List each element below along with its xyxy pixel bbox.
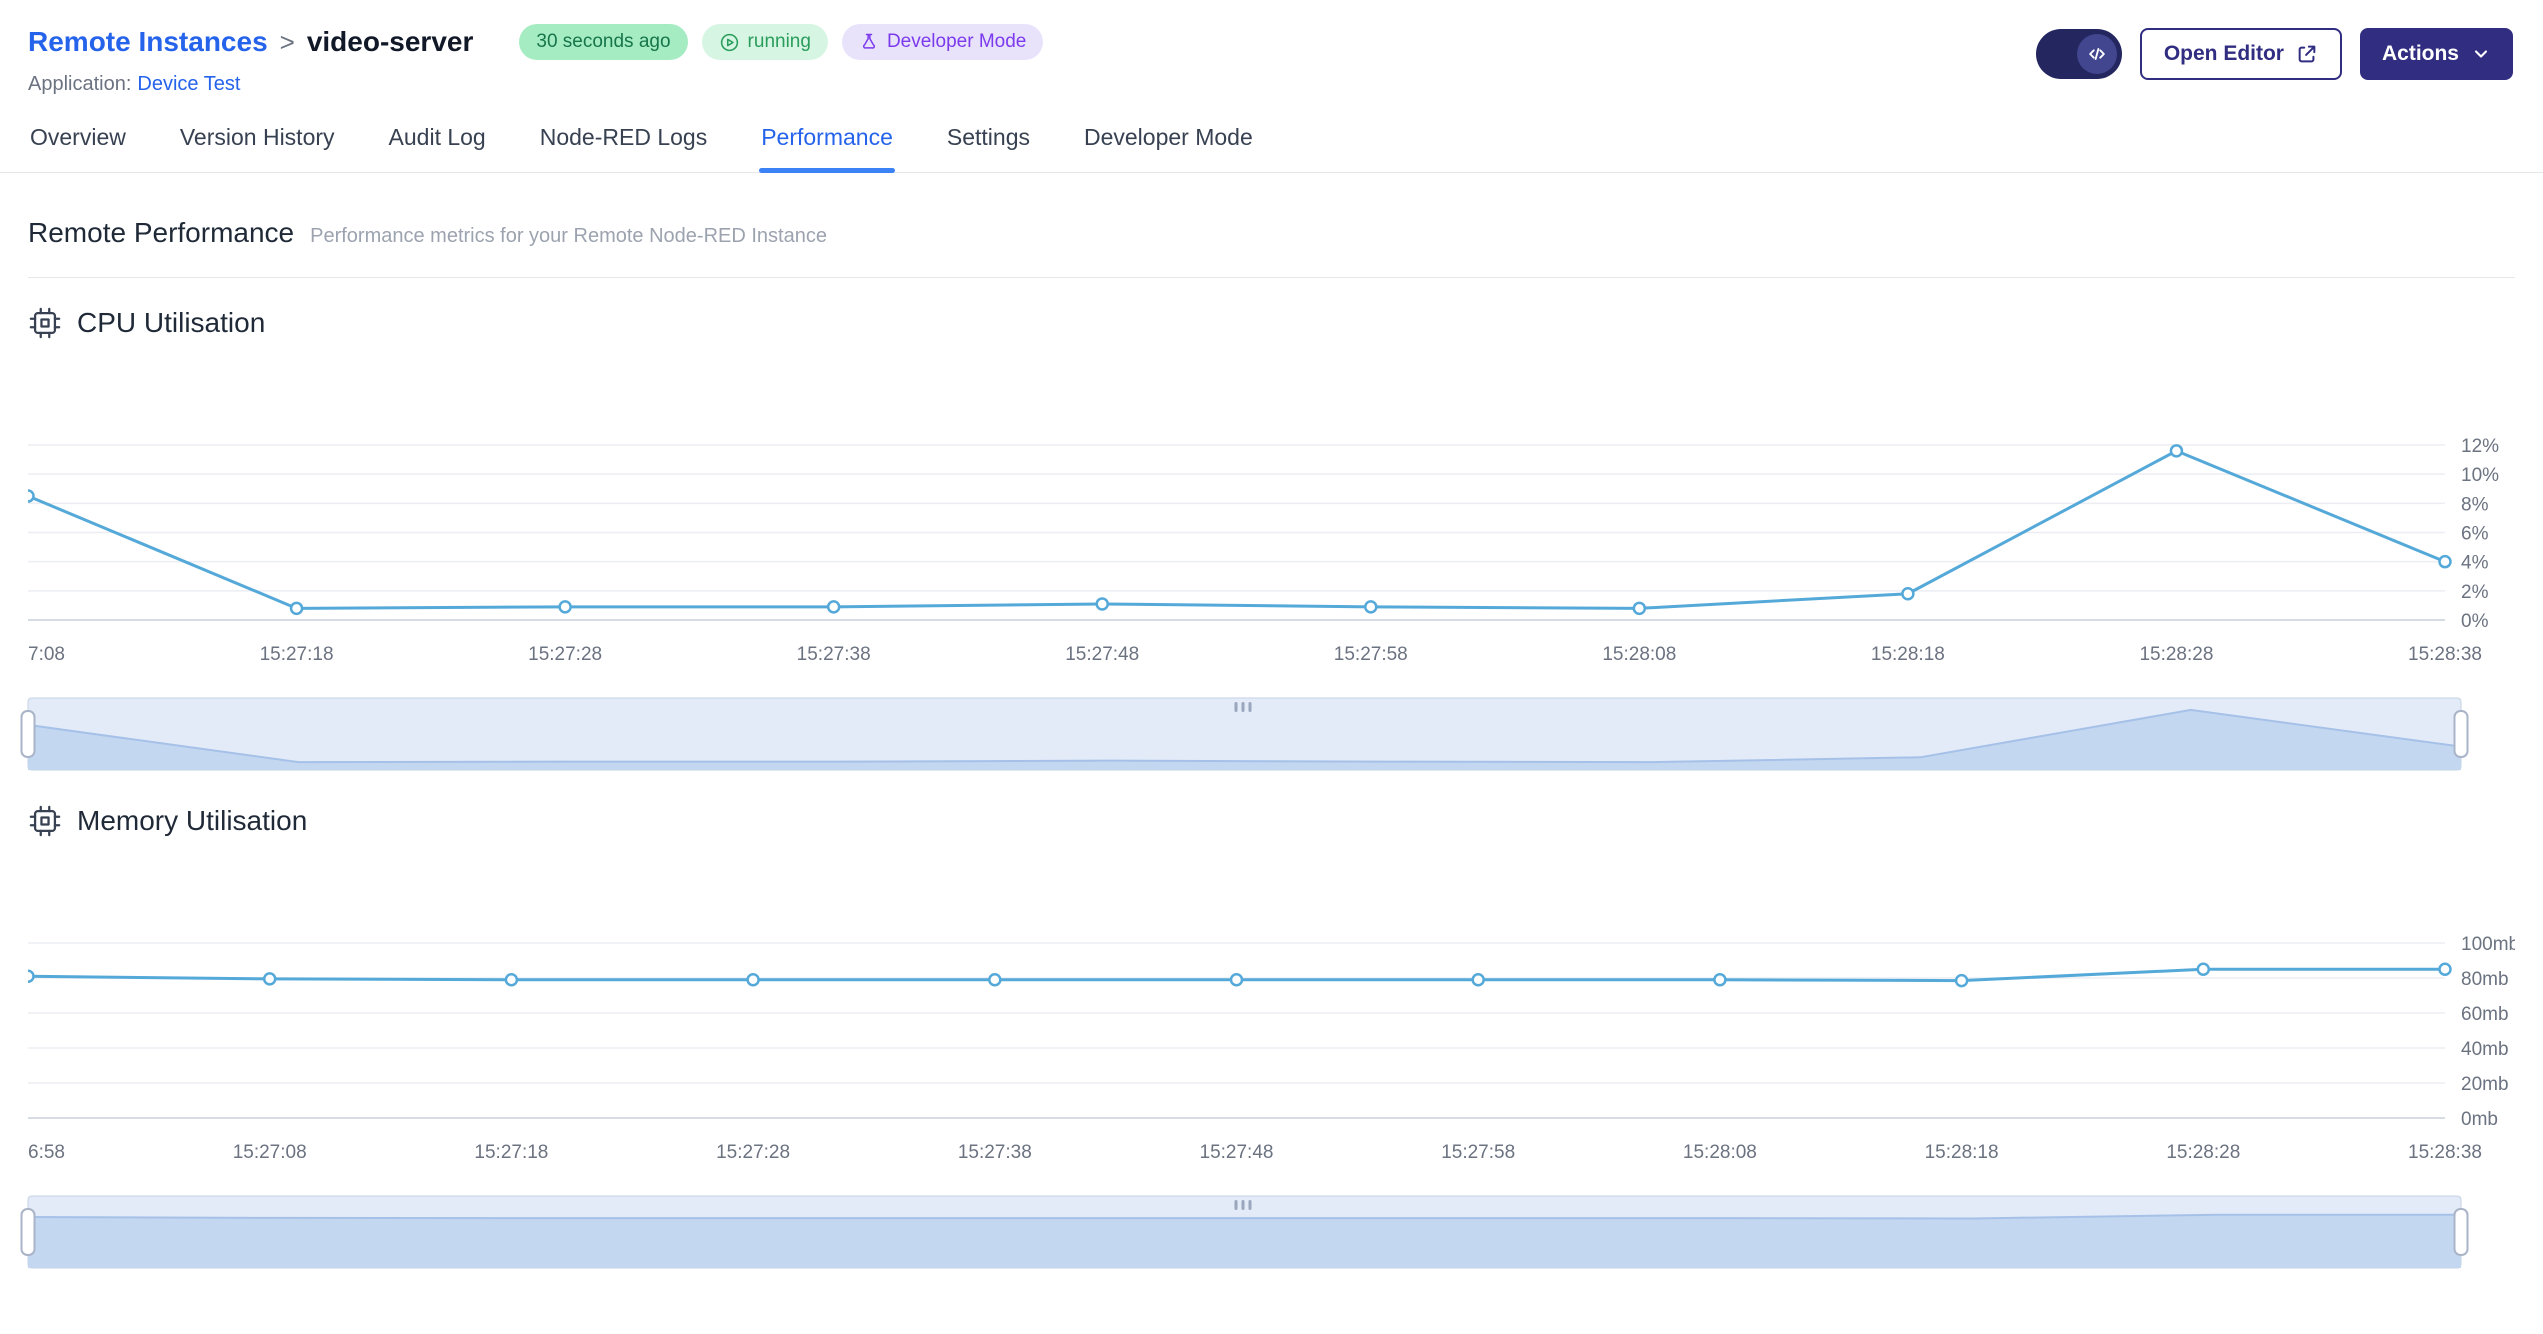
memory-section-header: Memory Utilisation: [0, 804, 2543, 838]
svg-text:15:27:38: 15:27:38: [797, 644, 871, 665]
developer-mode-toggle-knob: [2076, 34, 2117, 74]
svg-text:0%: 0%: [2461, 611, 2489, 632]
tab-audit-log[interactable]: Audit Log: [387, 124, 488, 172]
svg-text:15:28:18: 15:28:18: [1925, 1142, 1999, 1163]
svg-text:60mb: 60mb: [2461, 1004, 2509, 1025]
svg-text:15:27:18: 15:27:18: [474, 1142, 548, 1163]
last-seen-badge: 30 seconds ago: [519, 24, 688, 60]
tab-bar: Overview Version History Audit Log Node-…: [0, 124, 2543, 173]
cpu-zoom-slider[interactable]: [0, 692, 2543, 776]
svg-text:15:28:08: 15:28:08: [1683, 1142, 1757, 1163]
svg-text:15:27:38: 15:27:38: [958, 1142, 1032, 1163]
page-header: Remote Instances > video-server 30 secon…: [0, 0, 2543, 96]
breadcrumb-link-remote-instances[interactable]: Remote Instances: [28, 26, 268, 58]
header-actions: Open Editor Actions: [2035, 28, 2513, 80]
page-title-row: Remote Performance Performance metrics f…: [0, 217, 2543, 249]
breadcrumb-separator: >: [279, 26, 295, 57]
svg-text:2%: 2%: [2461, 582, 2489, 603]
header-left: Remote Instances > video-server 30 secon…: [28, 24, 1044, 96]
developer-mode-badge-label: Developer Mode: [886, 31, 1027, 52]
memory-section-title: Memory Utilisation: [77, 805, 308, 836]
application-label: Application:: [28, 73, 132, 95]
application-link[interactable]: Device Test: [137, 73, 240, 95]
svg-text:15:27:28: 15:27:28: [528, 644, 602, 665]
svg-text:80mb: 80mb: [2461, 969, 2509, 990]
breadcrumb-current-instance: video-server: [306, 26, 474, 57]
memory-utilisation-section: Memory Utilisation 0mb 20mb 40mb 60mb 80mb 10…: [0, 804, 2543, 1274]
open-editor-button[interactable]: Open Editor: [2139, 28, 2342, 80]
tab-performance[interactable]: Performance: [759, 124, 895, 173]
svg-text:15:28:08: 15:28:08: [1602, 644, 1676, 665]
svg-text:15:28:38: 15:28:38: [2408, 1142, 2482, 1163]
svg-text:10%: 10%: [2461, 465, 2499, 486]
status-badge: running: [701, 24, 828, 60]
page-subtitle: Performance metrics for your Remote Node…: [310, 225, 827, 247]
svg-text:15:27:58: 15:27:58: [1441, 1142, 1515, 1163]
svg-text:0mb: 0mb: [2461, 1109, 2498, 1130]
svg-text:15:27:08: 15:27:08: [233, 1142, 307, 1163]
memory-chip-icon: [29, 805, 61, 837]
cpu-zoom-slider-track[interactable]: [20, 692, 2469, 776]
chevron-down-icon: [2474, 50, 2488, 58]
memory-zoom-slider[interactable]: [0, 1190, 2543, 1274]
svg-text:4%: 4%: [2461, 553, 2489, 574]
tab-node-red-logs[interactable]: Node-RED Logs: [538, 124, 709, 172]
tab-settings[interactable]: Settings: [945, 124, 1032, 172]
svg-text:20mb: 20mb: [2461, 1074, 2509, 1095]
memory-chart[interactable]: 0mb 20mb 40mb 60mb 80mb 100mb 6:58 15:27:08 15:2…: [0, 838, 2543, 1168]
svg-text:40mb: 40mb: [2461, 1039, 2509, 1060]
cpu-line-chart[interactable]: 0% 2% 4% 6% 8% 10% 12% 7:08 15:27:18 15:27:28 15:2…: [28, 340, 2515, 670]
svg-text:15:27:18: 15:27:18: [260, 644, 334, 665]
svg-text:7:08: 7:08: [28, 644, 65, 665]
memory-line-chart[interactable]: 0mb 20mb 40mb 60mb 80mb 100mb 6:58 15:27:08 15:2…: [28, 838, 2515, 1168]
application-row: Application: Device Test: [28, 73, 1043, 96]
external-link-icon: [2298, 45, 2316, 63]
cpu-section-header: CPU Utilisation: [0, 306, 2543, 340]
page-title: Remote Performance: [28, 217, 295, 248]
svg-text:100mb: 100mb: [2461, 934, 2515, 955]
tab-version-history[interactable]: Version History: [178, 124, 337, 172]
play-circle-icon: [720, 33, 738, 51]
svg-text:15:28:28: 15:28:28: [2166, 1142, 2240, 1163]
svg-text:12%: 12%: [2461, 436, 2499, 457]
memory-zoom-slider-track[interactable]: [20, 1190, 2469, 1274]
developer-mode-toggle[interactable]: [2035, 29, 2122, 79]
svg-text:15:28:28: 15:28:28: [2139, 644, 2213, 665]
cpu-utilisation-section: CPU Utilisation 0% 2% 4% 6% 8% 10% 12% 7:08 15:2…: [0, 306, 2543, 776]
code-icon: [2089, 48, 2105, 60]
svg-text:15:28:38: 15:28:38: [2408, 644, 2482, 665]
open-editor-label: Open Editor: [2163, 42, 2284, 65]
svg-text:8%: 8%: [2461, 494, 2489, 515]
tab-developer-mode[interactable]: Developer Mode: [1082, 124, 1255, 172]
svg-text:15:27:48: 15:27:48: [1200, 1142, 1274, 1163]
svg-text:15:27:58: 15:27:58: [1334, 644, 1408, 665]
beaker-icon: [862, 33, 875, 49]
actions-button[interactable]: Actions: [2359, 28, 2513, 80]
title-divider: [28, 277, 2515, 278]
status-badge-label: running: [747, 31, 811, 52]
cpu-chip-icon: [29, 307, 61, 339]
tab-overview[interactable]: Overview: [28, 124, 128, 172]
svg-text:15:27:28: 15:27:28: [716, 1142, 790, 1163]
actions-label: Actions: [2381, 42, 2459, 65]
svg-text:15:28:18: 15:28:18: [1871, 644, 1945, 665]
cpu-chart[interactable]: 0% 2% 4% 6% 8% 10% 12% 7:08 15:27:18 15:27:28 15:2…: [0, 340, 2543, 670]
cpu-section-title: CPU Utilisation: [77, 307, 266, 338]
developer-mode-badge: Developer Mode: [841, 24, 1044, 60]
breadcrumb: Remote Instances > video-server 30 secon…: [28, 24, 1044, 60]
svg-text:15:27:48: 15:27:48: [1065, 644, 1139, 665]
svg-text:6%: 6%: [2461, 524, 2489, 545]
svg-text:6:58: 6:58: [28, 1142, 65, 1163]
